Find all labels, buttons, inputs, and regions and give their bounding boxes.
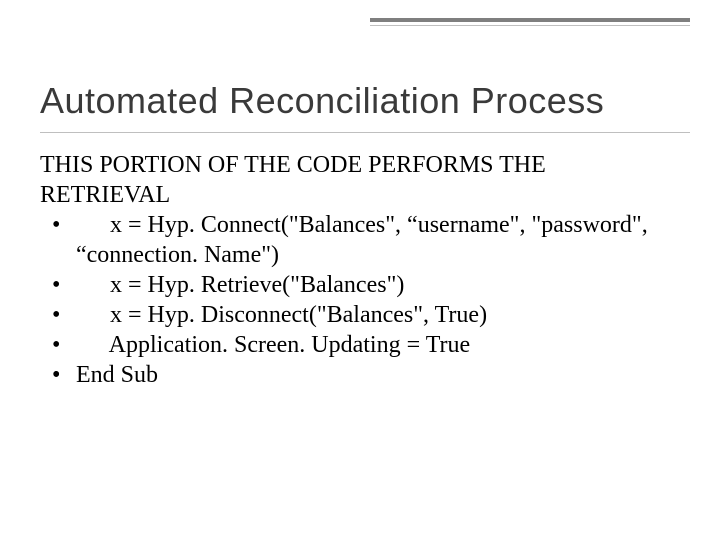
rule-thick [370, 18, 690, 22]
rule-thin [370, 25, 690, 26]
list-item: x = Hyp. Retrieve("Balances") [52, 270, 680, 300]
bullet-text: Application. Screen. Updating = True [104, 332, 470, 358]
slide-title: Automated Reconciliation Process [40, 80, 680, 122]
list-item: End Sub [52, 360, 680, 390]
slide: Automated Reconciliation Process THIS PO… [0, 0, 720, 540]
list-item: x = Hyp. Disconnect("Balances", True) [52, 300, 680, 330]
intro-text: THIS PORTION OF THE CODE PERFORMS THE RE… [40, 150, 680, 210]
bullet-list: x = Hyp. Connect("Balances", “username",… [40, 210, 680, 390]
list-item: Application. Screen. Updating = True [52, 330, 680, 360]
title-underline [40, 132, 690, 133]
header-decoration [370, 18, 690, 26]
slide-content: THIS PORTION OF THE CODE PERFORMS THE RE… [40, 150, 680, 390]
list-item: x = Hyp. Connect("Balances", “username",… [52, 210, 680, 270]
bullet-text: x = Hyp. Disconnect("Balances", True) [104, 302, 487, 328]
bullet-text: End Sub [76, 362, 158, 388]
bullet-text: x = Hyp. Retrieve("Balances") [104, 272, 404, 298]
bullet-text: x = Hyp. Connect("Balances", “username",… [76, 212, 648, 268]
